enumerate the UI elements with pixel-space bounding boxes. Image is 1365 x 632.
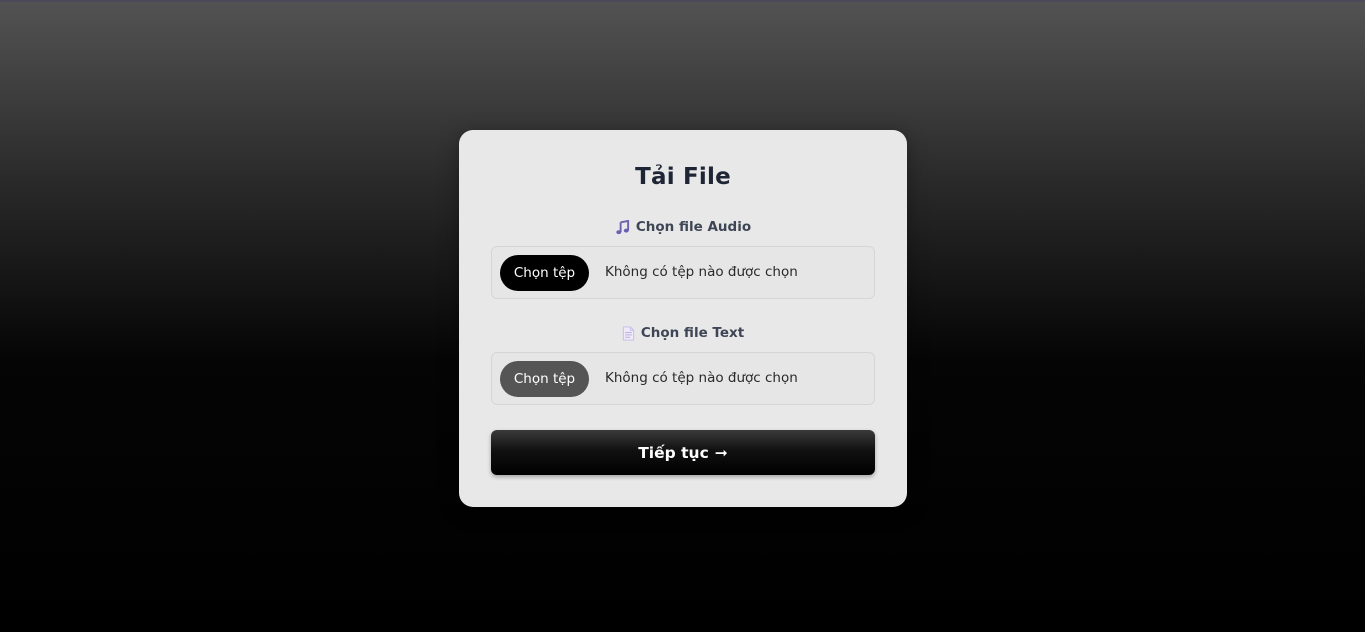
continue-label: Tiếp tục <box>638 443 709 462</box>
text-file-input[interactable]: Chọn tệp Không có tệp nào được chọn <box>491 352 875 405</box>
audio-field-label: Chọn file Audio <box>459 219 907 235</box>
arrow-right-icon: ➞ <box>714 443 728 462</box>
upload-card: Tải File Chọn file Audio Chọn tệp Không … <box>459 130 907 507</box>
continue-button[interactable]: Tiếp tục ➞ <box>491 430 875 475</box>
music-note-icon <box>615 219 630 235</box>
document-icon <box>622 325 635 341</box>
page-title: Tải File <box>635 164 731 190</box>
top-border <box>0 0 1365 2</box>
choose-audio-button[interactable]: Chọn tệp <box>500 255 589 291</box>
text-label-text: Chọn file Text <box>640 325 745 341</box>
audio-label-text: Chọn file Audio <box>635 219 752 235</box>
text-file-status: Không có tệp nào được chọn <box>605 370 798 386</box>
audio-file-status: Không có tệp nào được chọn <box>605 264 798 280</box>
audio-file-input[interactable]: Chọn tệp Không có tệp nào được chọn <box>491 246 875 299</box>
text-field-label: Chọn file Text <box>459 325 907 341</box>
choose-text-button[interactable]: Chọn tệp <box>500 361 589 397</box>
